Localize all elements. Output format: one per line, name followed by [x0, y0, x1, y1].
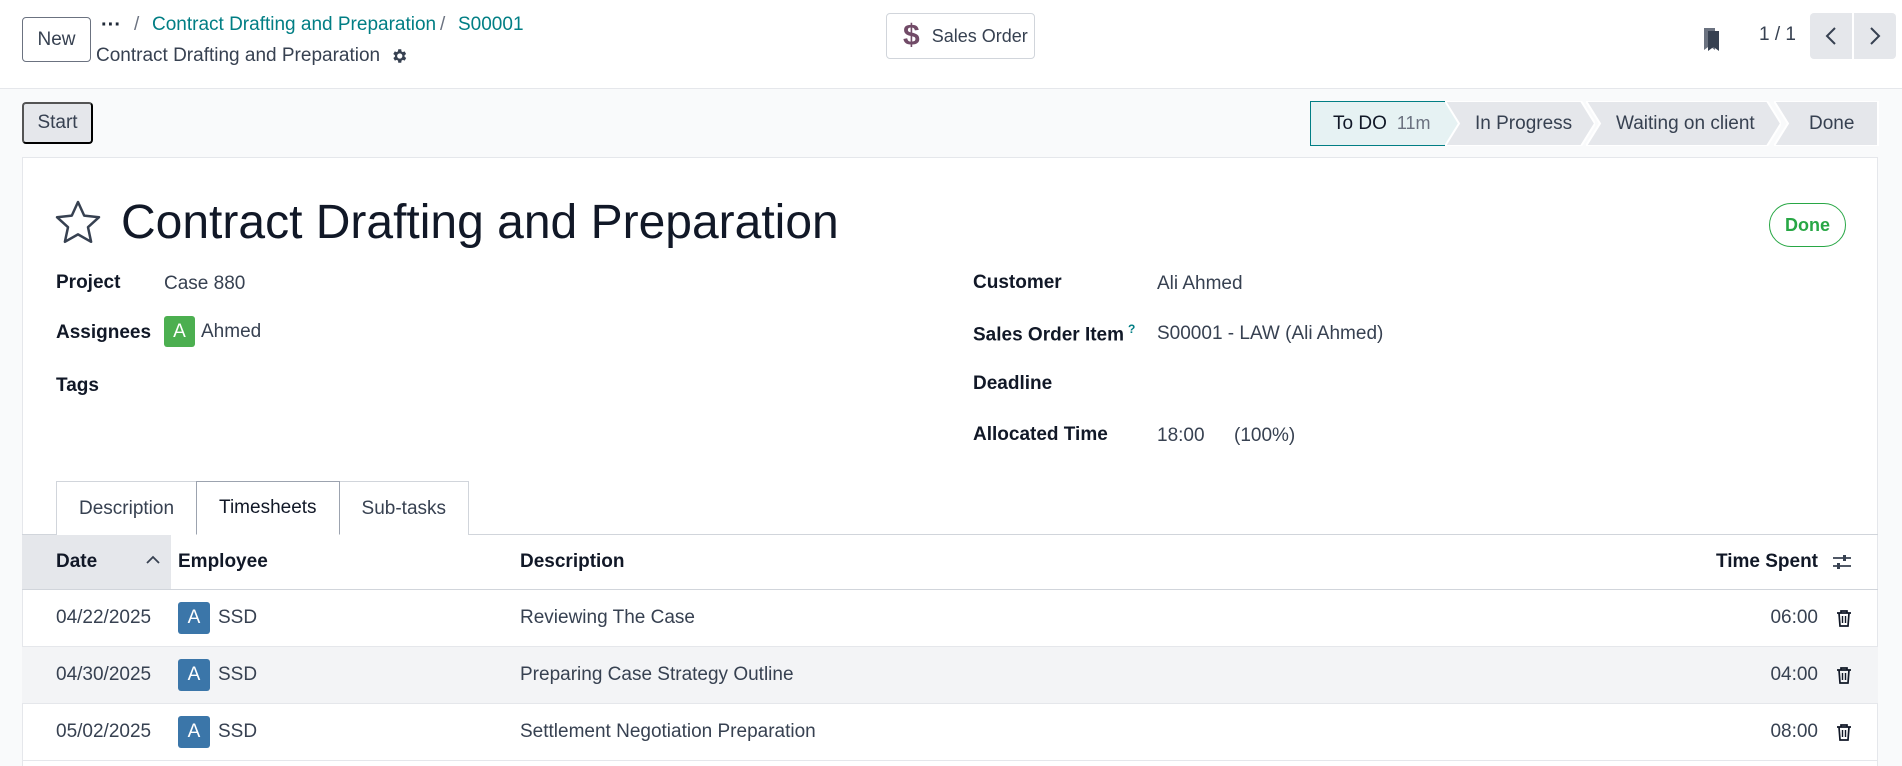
avatar: A — [178, 716, 210, 748]
project-value[interactable]: Case 880 — [164, 273, 245, 295]
avatar: A — [178, 602, 210, 634]
stage-label: Waiting on client — [1616, 112, 1755, 134]
tags-label: Tags — [56, 375, 99, 396]
tab-timesheets[interactable]: Timesheets — [196, 481, 340, 535]
chevron-left-icon — [1825, 27, 1836, 45]
stage-to-do[interactable]: To DO 11m — [1310, 101, 1460, 146]
assignees-label: Assignees — [56, 322, 152, 343]
row-employee-name: SSD — [218, 607, 258, 628]
sales-order-item-label-text: Sales Order Item — [973, 324, 1125, 346]
assignee-tag[interactable]: A Ahmed — [164, 316, 261, 347]
optional-columns-icon[interactable] — [1832, 553, 1852, 571]
notebook-tabs: Description Timesheets Sub-tasks — [56, 481, 470, 535]
sales-order-smart-button[interactable]: $ Sales Order — [886, 13, 1035, 59]
bookmark-icon[interactable] — [1700, 26, 1724, 52]
customer-value[interactable]: Ali Ahmed — [1157, 273, 1243, 295]
allocated-time-percent: (100%) — [1234, 425, 1296, 446]
stage-waiting-on-client[interactable]: Waiting on client — [1586, 101, 1781, 146]
stage-label: Done — [1809, 112, 1855, 134]
task-title[interactable]: Contract Drafting and Preparation — [121, 195, 839, 250]
breadcrumb-item-task[interactable]: Contract Drafting and Preparation — [152, 14, 436, 36]
row-description: Preparing Case Strategy Outline — [520, 664, 794, 685]
gear-icon[interactable] — [390, 47, 408, 65]
start-timer-button[interactable]: Start — [22, 102, 93, 144]
stage-done[interactable]: Done — [1774, 101, 1879, 146]
customer-label: Customer — [973, 272, 1062, 293]
column-header-employee[interactable]: Employee — [178, 535, 268, 589]
breadcrumb-more-icon[interactable]: ··· — [101, 14, 121, 37]
stage-time-badge: 11m — [1396, 113, 1431, 133]
row-date: 04/30/2025 — [56, 664, 152, 685]
row-time-spent: 04:00 — [1770, 664, 1818, 685]
stage-label: To DO — [1333, 112, 1387, 134]
control-panel: New ··· / Contract Drafting and Preparat… — [0, 0, 1902, 89]
pager-next-button[interactable] — [1854, 13, 1896, 59]
new-button[interactable]: New — [22, 17, 91, 62]
row-employee-name: SSD — [218, 664, 258, 685]
stage-label: In Progress — [1475, 112, 1573, 134]
column-header-date[interactable]: Date — [56, 535, 97, 589]
avatar: A — [178, 659, 210, 691]
sales-order-label: Sales Order — [931, 25, 1028, 46]
table-row[interactable]: 04/30/2025 A SSD Preparing Case Strategy… — [22, 647, 1878, 704]
tab-description[interactable]: Description — [56, 481, 198, 535]
row-time-spent: 08:00 — [1770, 721, 1818, 742]
trash-icon[interactable] — [1836, 723, 1852, 741]
row-employee: A SSD — [178, 704, 257, 760]
assignee-name: Ahmed — [201, 320, 262, 342]
pager-previous-button[interactable] — [1810, 13, 1852, 59]
record-subtitle-text: Contract Drafting and Preparation — [96, 45, 381, 66]
column-header-time-spent[interactable]: Time Spent — [1716, 535, 1818, 589]
allocated-time-label: Allocated Time — [973, 424, 1108, 445]
trash-icon[interactable] — [1836, 609, 1852, 627]
row-employee: A SSD — [178, 647, 257, 703]
record-subtitle: Contract Drafting and Preparation — [96, 45, 408, 67]
table-row[interactable]: 05/02/2025 A SSD Settlement Negotiation … — [22, 704, 1878, 761]
timesheet-table: Date Employee Description Time Spent 04/… — [22, 535, 1878, 761]
table-header: Date Employee Description Time Spent — [22, 535, 1878, 590]
row-description: Settlement Negotiation Preparation — [520, 721, 816, 742]
row-description: Reviewing The Case — [520, 607, 695, 628]
star-icon[interactable] — [55, 200, 101, 244]
row-date: 05/02/2025 — [56, 721, 152, 742]
trash-icon[interactable] — [1836, 666, 1852, 684]
chevron-right-icon — [1870, 27, 1881, 45]
breadcrumb-item-sale-order[interactable]: S00001 — [458, 14, 524, 36]
sort-ascending-icon — [146, 555, 160, 564]
sales-order-item-label: Sales Order Item? — [973, 322, 1135, 346]
column-header-date-label: Date — [56, 551, 98, 572]
state-done-badge[interactable]: Done — [1769, 203, 1846, 247]
tab-sub-tasks[interactable]: Sub-tasks — [338, 481, 470, 535]
breadcrumb-separator: / — [440, 14, 446, 35]
pager-value[interactable]: 1 / 1 — [1759, 24, 1796, 46]
row-employee-name: SSD — [218, 721, 258, 742]
column-header-description[interactable]: Description — [520, 535, 625, 589]
breadcrumb-separator: / — [134, 14, 140, 35]
project-label: Project — [56, 272, 121, 293]
table-row[interactable]: 04/22/2025 A SSD Reviewing The Case 06:0… — [22, 590, 1878, 647]
stage-in-progress[interactable]: In Progress — [1445, 101, 1595, 146]
row-employee: A SSD — [178, 590, 257, 646]
row-time-spent: 06:00 — [1770, 607, 1818, 628]
allocated-time-value[interactable]: 18:00 — [1157, 425, 1205, 447]
help-icon[interactable]: ? — [1128, 322, 1135, 336]
dollar-icon: $ — [903, 19, 920, 52]
avatar: A — [164, 316, 195, 347]
row-date: 04/22/2025 — [56, 607, 152, 628]
sales-order-item-value[interactable]: S00001 - LAW (Ali Ahmed) — [1157, 323, 1383, 345]
deadline-label: Deadline — [973, 373, 1053, 394]
